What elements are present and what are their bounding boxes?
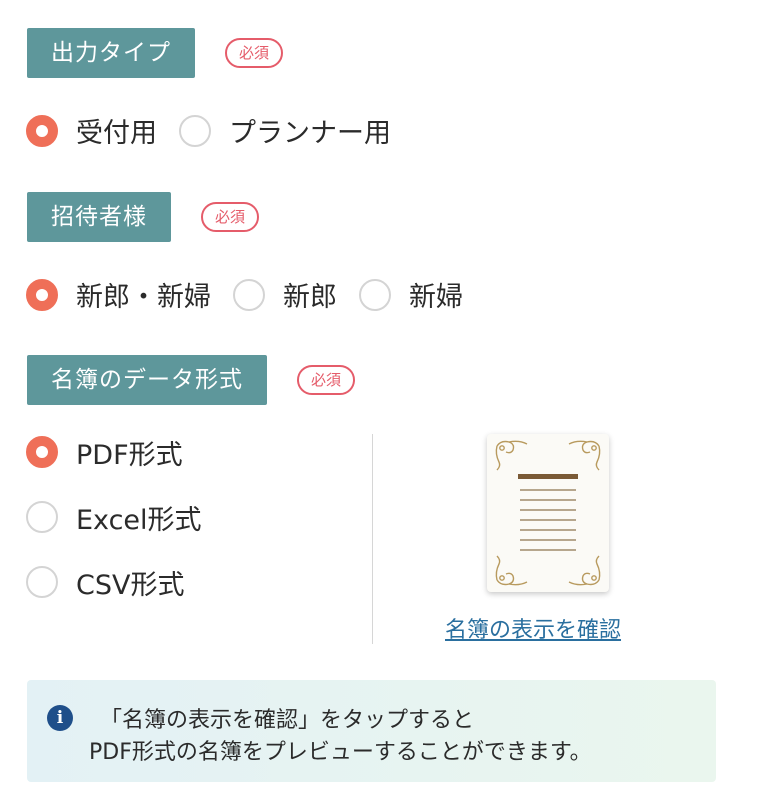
radio-label: プランナー用: [229, 118, 391, 149]
radio-option-planner[interactable]: プランナー用: [179, 111, 391, 150]
radio-label: PDF形式: [76, 439, 183, 471]
roster-document-icon: [495, 440, 601, 586]
radio-label: 受付用: [76, 118, 157, 149]
radio-option-bride[interactable]: 新婦: [359, 275, 463, 314]
radio-button[interactable]: [26, 566, 58, 598]
radio-label: 新郎・新婦: [76, 282, 211, 313]
data-format-section: 名簿のデータ形式 必須: [27, 355, 356, 405]
radio-label: CSV形式: [76, 569, 185, 601]
radio-option-pdf[interactable]: PDF形式: [26, 434, 202, 471]
invitees-radio-group: 新郎・新婦 新郎 新婦: [26, 275, 485, 314]
roster-preview-thumbnail[interactable]: [487, 434, 609, 592]
output-type-section: 出力タイプ 必須 受付用 プランナー用: [26, 28, 413, 150]
info-text-line1: 「名簿の表示を確認」をタップすると: [100, 708, 475, 733]
info-notice: i 「名簿の表示を確認」をタップすると PDF形式の名簿をプレビューすることがで…: [27, 680, 716, 782]
data-format-label: 名簿のデータ形式: [27, 355, 267, 405]
preview-roster-link[interactable]: 名簿の表示を確認: [445, 612, 621, 644]
info-icon: i: [47, 705, 73, 731]
radio-button[interactable]: [359, 278, 391, 311]
invitees-header: 招待者様 必須: [27, 192, 485, 242]
radio-button[interactable]: [179, 114, 211, 147]
invitees-label: 招待者様: [27, 192, 171, 242]
output-type-label: 出力タイプ: [27, 28, 195, 78]
required-badge: 必須: [297, 365, 356, 395]
radio-option-csv[interactable]: CSV形式: [26, 564, 202, 601]
radio-option-reception[interactable]: 受付用: [26, 111, 157, 150]
radio-label: 新郎: [283, 282, 337, 313]
radio-option-excel[interactable]: Excel形式: [26, 499, 202, 536]
radio-button[interactable]: [233, 278, 265, 311]
radio-button[interactable]: [26, 501, 58, 533]
radio-button-selected[interactable]: [26, 114, 58, 147]
output-type-radio-group: 受付用 プランナー用: [26, 111, 413, 150]
vertical-divider: [372, 434, 373, 644]
data-format-header: 名簿のデータ形式 必須: [27, 355, 356, 405]
invitees-section: 招待者様 必須 新郎・新婦 新郎 新婦: [26, 192, 485, 314]
radio-label: Excel形式: [76, 504, 202, 536]
data-format-radio-group: PDF形式 Excel形式 CSV形式: [26, 434, 224, 629]
info-text-line2: PDF形式の名簿をプレビューすることができます。: [89, 740, 592, 765]
required-badge: 必須: [201, 202, 260, 232]
radio-button-selected[interactable]: [26, 436, 58, 468]
radio-option-both[interactable]: 新郎・新婦: [26, 275, 211, 314]
radio-option-groom[interactable]: 新郎: [233, 275, 337, 314]
required-badge: 必須: [225, 38, 284, 68]
radio-button-selected[interactable]: [26, 278, 58, 311]
radio-label: 新婦: [409, 282, 463, 313]
output-type-header: 出力タイプ 必須: [27, 28, 413, 78]
